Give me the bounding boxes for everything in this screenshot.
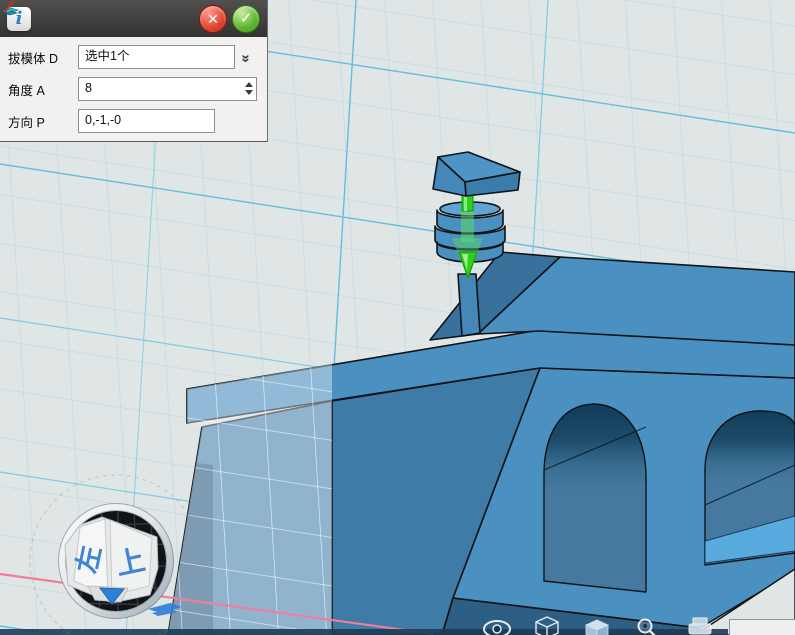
model-arch-opening-2[interactable] xyxy=(705,411,795,565)
draft-dialog: i ✕ ✓ 拔模体 D 选中1个 » 角度 A 8 方向 P 0,-1,-0 xyxy=(0,0,268,142)
model-arch-opening-1[interactable] xyxy=(544,404,646,592)
angle-label: 角度 A xyxy=(8,80,78,99)
spinner-up-icon[interactable] xyxy=(245,82,253,87)
collapse-chevron-icon[interactable]: » xyxy=(238,54,255,60)
angle-row: 角度 A 8 xyxy=(8,77,259,101)
angle-value: 8 xyxy=(85,81,92,95)
cad-application-window: 左 上 i ✕ ✓ 拔模体 D 选中1个 » 角度 A 8 方向 P xyxy=(0,0,795,635)
draft-body-field[interactable]: 选中1个 xyxy=(78,45,235,69)
draft-body-label: 拔模体 D xyxy=(8,48,78,67)
cancel-button[interactable]: ✕ xyxy=(199,5,227,33)
draft-body-row: 拔模体 D 选中1个 » xyxy=(8,45,259,69)
boss-stem[interactable] xyxy=(458,274,480,336)
spinner-down-icon[interactable] xyxy=(245,90,253,95)
direction-row: 方向 P 0,-1,-0 xyxy=(8,109,259,133)
direction-label: 方向 P xyxy=(8,112,78,131)
dialog-titlebar[interactable]: i ✕ ✓ xyxy=(0,0,267,37)
angle-field[interactable]: 8 xyxy=(78,77,257,101)
bottom-toolbar-strip xyxy=(0,629,728,635)
angle-spinner[interactable] xyxy=(242,78,255,98)
direction-field[interactable]: 0,-1,-0 xyxy=(78,109,215,133)
confirm-button[interactable]: ✓ xyxy=(232,5,260,33)
status-panel-corner xyxy=(729,619,795,635)
